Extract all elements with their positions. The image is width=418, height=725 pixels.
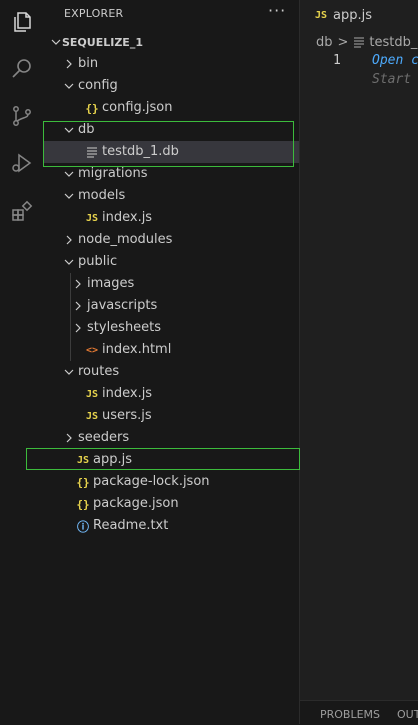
tree-item-label: seeders [78, 430, 130, 445]
explorer-sidebar: EXPLORER ··· SEQUELIZE_1 bin config{} conf… [26, 0, 300, 724]
file-row[interactable]: JS index.js [44, 207, 299, 229]
tree-item-label: Readme.txt [93, 518, 169, 533]
chevron-right-icon [61, 53, 77, 75]
html-file-icon: <> [85, 344, 99, 356]
folder-row[interactable]: public [44, 251, 299, 273]
explorer-icon[interactable] [7, 7, 37, 37]
breadcrumb-folder[interactable]: db [316, 35, 333, 50]
tree-item-label: routes [78, 364, 120, 379]
folder-row[interactable]: routes [44, 361, 299, 383]
tree-item-label: stylesheets [87, 320, 162, 335]
tree-item-label: models [78, 188, 126, 203]
json-file-icon: {} [85, 101, 99, 115]
tab-label: app.js [333, 7, 373, 23]
root-folder-label: SEQUELIZE_1 [62, 35, 143, 49]
breadcrumb-separator: > [337, 34, 349, 50]
folder-row[interactable]: node_modules [44, 229, 299, 251]
chevron-right-icon [70, 317, 86, 339]
js-file-icon: JS [315, 9, 328, 21]
info-icon: ⓘ [76, 519, 89, 534]
js-file-icon: JS [85, 212, 99, 224]
source-control-icon[interactable] [7, 101, 37, 131]
breadcrumb-file[interactable]: testdb_1 [369, 35, 418, 50]
run-debug-icon[interactable] [7, 148, 37, 178]
tree-item-label: bin [78, 56, 99, 71]
tree-item-label: users.js [102, 408, 152, 423]
file-row[interactable]: {} config.json [44, 97, 299, 119]
chevron-right-icon [61, 427, 77, 449]
folder-row[interactable]: models [44, 185, 299, 207]
file-row[interactable]: {} package.json [44, 493, 299, 515]
highlight-box-db [43, 121, 294, 167]
folder-row[interactable]: images [44, 273, 299, 295]
tab-output[interactable]: OUT [397, 708, 418, 721]
file-lines-icon [353, 35, 369, 50]
explorer-title: EXPLORER [64, 7, 124, 20]
editor-area: JS app.js db > testdb_1 1 Open c Start P… [300, 0, 418, 725]
editor-hint-text: Start [372, 72, 412, 87]
tree-item-label: node_modules [78, 232, 173, 247]
tab-app-js[interactable]: JS app.js [300, 0, 418, 30]
chevron-down-icon [61, 361, 77, 383]
chevron-right-icon [61, 229, 77, 251]
json-file-icon: {} [76, 475, 90, 489]
file-row[interactable]: JS users.js [44, 405, 299, 427]
file-row[interactable]: ⓘ Readme.txt [44, 515, 299, 537]
js-file-icon: JS [85, 388, 99, 400]
tab-bar: JS app.js [300, 0, 418, 30]
folder-row[interactable]: javascripts [44, 295, 299, 317]
root-folder-header[interactable]: SEQUELIZE_1 [44, 31, 299, 53]
chevron-right-icon [70, 295, 86, 317]
js-file-icon: JS [85, 410, 99, 422]
tab-problems[interactable]: PROBLEMS [320, 708, 380, 721]
folder-row[interactable]: seeders [44, 427, 299, 449]
file-row[interactable]: <> index.html [44, 339, 299, 361]
tree-item-label: package-lock.json [93, 474, 210, 489]
tree-item-label: javascripts [87, 298, 158, 313]
more-actions-icon[interactable]: ··· [268, 1, 286, 20]
chevron-down-icon [61, 251, 77, 273]
search-icon[interactable] [7, 53, 37, 83]
file-row[interactable]: {} package-lock.json [44, 471, 299, 493]
line-number: 1 [333, 53, 341, 68]
folder-row[interactable]: stylesheets [44, 317, 299, 339]
folder-row[interactable]: config [44, 75, 299, 97]
extensions-icon[interactable] [7, 197, 37, 227]
breadcrumb: db > testdb_1 [300, 31, 418, 53]
tree-item-label: public [78, 254, 118, 269]
folder-row[interactable]: bin [44, 53, 299, 75]
activity-bar [0, 0, 44, 724]
tree-item-label: index.html [102, 342, 172, 357]
tree-item-label: config [78, 78, 118, 93]
tree-item-label: config.json [102, 100, 173, 115]
tree-item-label: index.js [102, 386, 153, 401]
chevron-down-icon [61, 75, 77, 97]
tree-item-label: images [87, 276, 135, 291]
editor-hint-link[interactable]: Open c [372, 53, 418, 68]
indent-guide [70, 273, 71, 361]
tree-item-label: index.js [102, 210, 153, 225]
panel-tabs: PROBLEMS OUT [300, 700, 418, 725]
highlight-box-app-js [26, 448, 300, 470]
chevron-right-icon [70, 273, 86, 295]
file-row[interactable]: JS index.js [44, 383, 299, 405]
tree-item-label: package.json [93, 496, 179, 511]
chevron-down-icon [61, 185, 77, 207]
json-file-icon: {} [76, 497, 90, 511]
